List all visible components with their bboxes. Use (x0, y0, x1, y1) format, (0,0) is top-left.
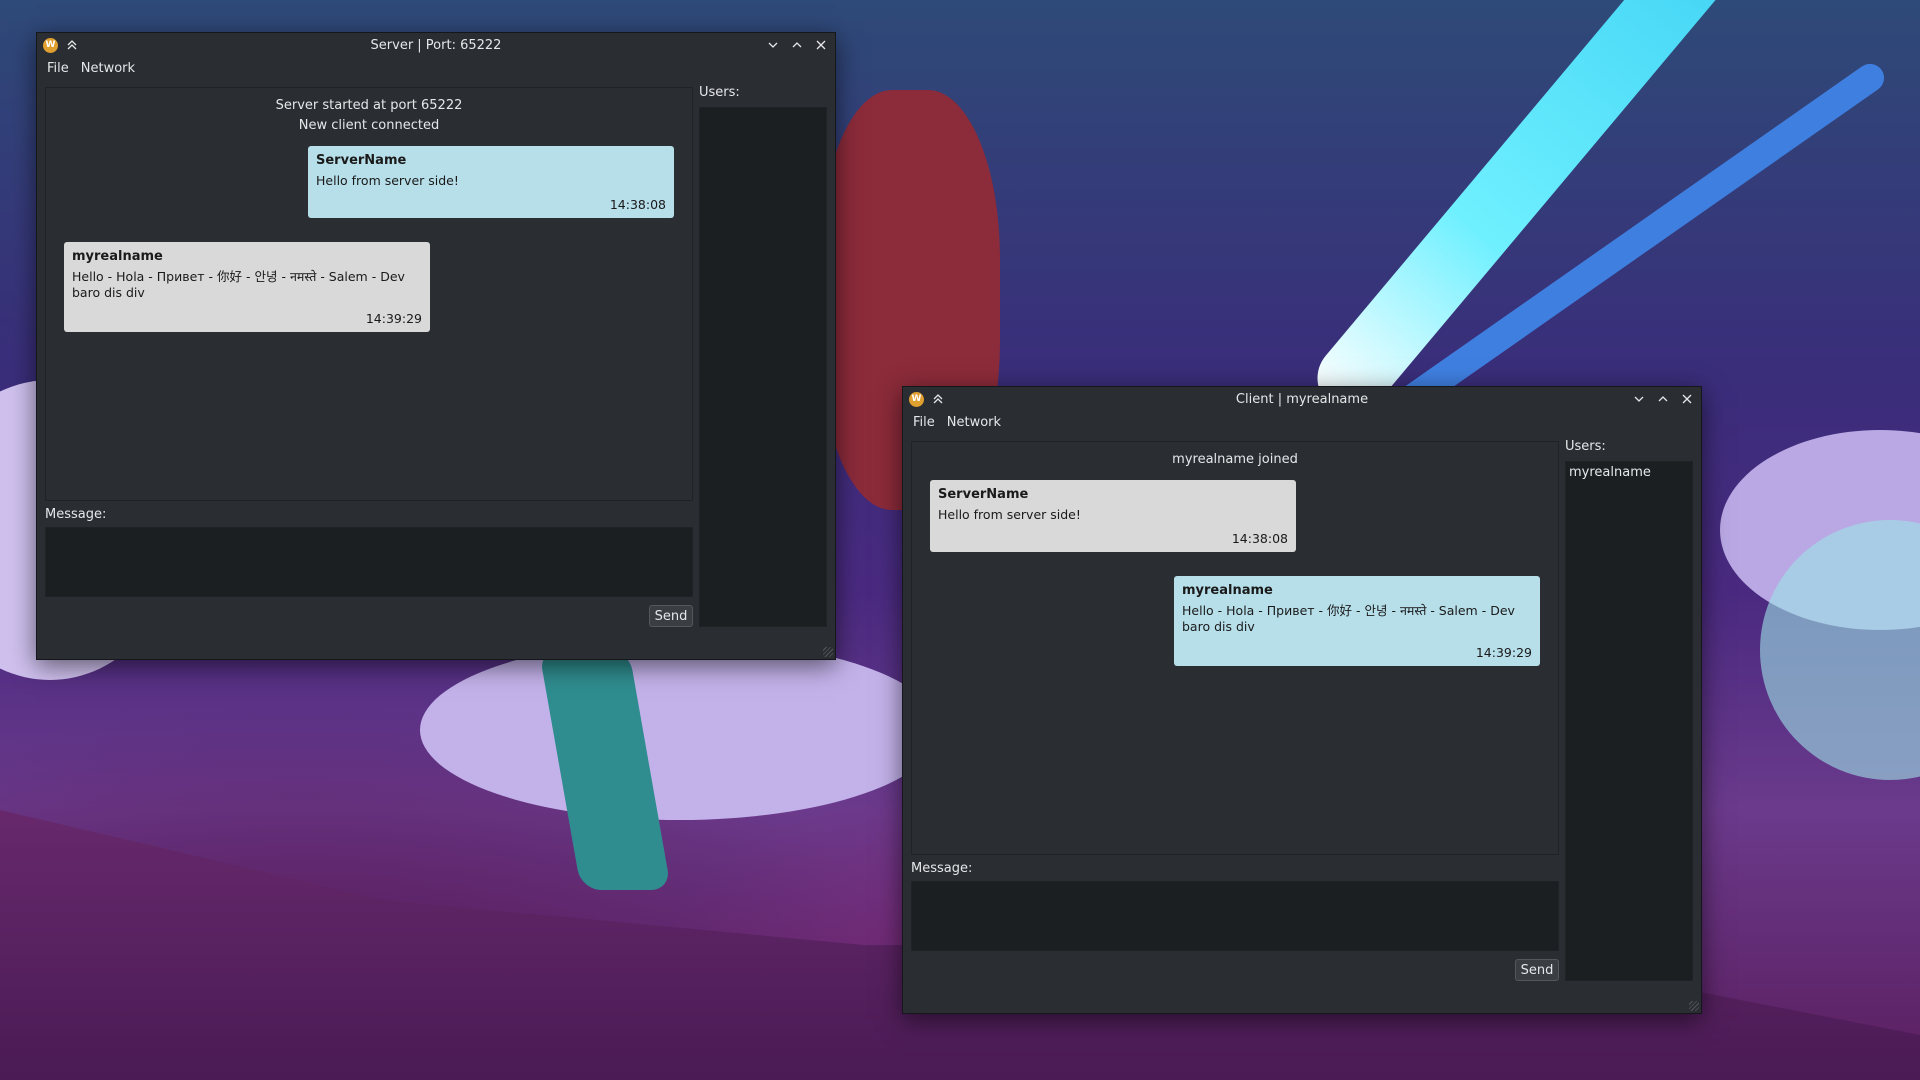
message-text: Hello from server side! (938, 507, 1081, 522)
message-input[interactable] (911, 881, 1559, 951)
minimize-icon[interactable] (1631, 391, 1647, 407)
message-text: Hello - Hola - Привет - 你好 - 안녕 - नमस्ते… (72, 269, 405, 300)
send-button[interactable]: Send (649, 605, 693, 627)
menu-file[interactable]: File (41, 61, 75, 76)
menu-network[interactable]: Network (75, 61, 141, 76)
window-title: Server | Port: 65222 (370, 37, 502, 53)
server-titlebar[interactable]: W Server | Port: 65222 (37, 33, 835, 57)
message-sender: ServerName (316, 153, 407, 168)
system-message: New client connected (298, 118, 440, 133)
window-title: Client | myrealname (1235, 391, 1369, 407)
users-list[interactable]: myrealname (1565, 461, 1693, 981)
message-bubble-received: ServerName Hello from server side! 14:38… (930, 480, 1296, 552)
wallpaper-cloud (420, 640, 940, 820)
system-message: Server started at port 65222 (275, 98, 463, 113)
message-time: 14:38:08 (1231, 531, 1288, 546)
users-label: Users: (1565, 439, 1606, 454)
maximize-icon[interactable] (1655, 391, 1671, 407)
message-time: 14:39:29 (1475, 645, 1532, 660)
message-bubble-sent: ServerName Hello from server side! 14:38… (308, 146, 674, 218)
app-icon[interactable]: W (43, 37, 58, 53)
maximize-icon[interactable] (789, 37, 805, 53)
message-bubble-received: myrealname Hello - Hola - Привет - 你好 - … (64, 242, 430, 332)
message-time: 14:38:08 (609, 197, 666, 212)
message-sender: myrealname (72, 249, 163, 264)
client-titlebar[interactable]: W Client | myrealname (903, 387, 1701, 411)
message-text: Hello from server side! (316, 173, 459, 188)
resize-grip[interactable] (823, 647, 833, 657)
users-list[interactable] (699, 107, 827, 627)
message-sender: ServerName (938, 487, 1029, 502)
menubar: File Network (37, 57, 835, 79)
menu-network[interactable]: Network (941, 415, 1007, 430)
users-label: Users: (699, 85, 740, 100)
resize-grip[interactable] (1689, 1001, 1699, 1011)
message-sender: myrealname (1182, 583, 1273, 598)
send-button[interactable]: Send (1515, 959, 1559, 981)
menu-file[interactable]: File (907, 415, 941, 430)
server-window: W Server | Port: 65222 File Network Serv… (36, 32, 836, 660)
menubar: File Network (903, 411, 1701, 433)
message-text: Hello - Hola - Привет - 你好 - 안녕 - नमस्ते… (1182, 603, 1515, 634)
message-label: Message: (45, 507, 107, 522)
message-label: Message: (911, 861, 973, 876)
user-list-item[interactable]: myrealname (1569, 465, 1689, 480)
close-icon[interactable] (813, 37, 829, 53)
message-bubble-sent: myrealname Hello - Hola - Привет - 你好 - … (1174, 576, 1540, 666)
message-time: 14:39:29 (365, 311, 422, 326)
keep-above-icon[interactable] (930, 391, 946, 407)
client-window: W Client | myrealname File Network myrea… (902, 386, 1702, 1014)
wallpaper-comet (1303, 0, 1846, 428)
system-message: myrealname joined (1172, 452, 1298, 467)
keep-above-icon[interactable] (64, 37, 80, 53)
minimize-icon[interactable] (765, 37, 781, 53)
chat-history[interactable]: myrealname joined ServerName Hello from … (911, 441, 1559, 855)
close-icon[interactable] (1679, 391, 1695, 407)
chat-history[interactable]: Server started at port 65222 New client … (45, 87, 693, 501)
app-icon[interactable]: W (909, 391, 924, 407)
message-input[interactable] (45, 527, 693, 597)
